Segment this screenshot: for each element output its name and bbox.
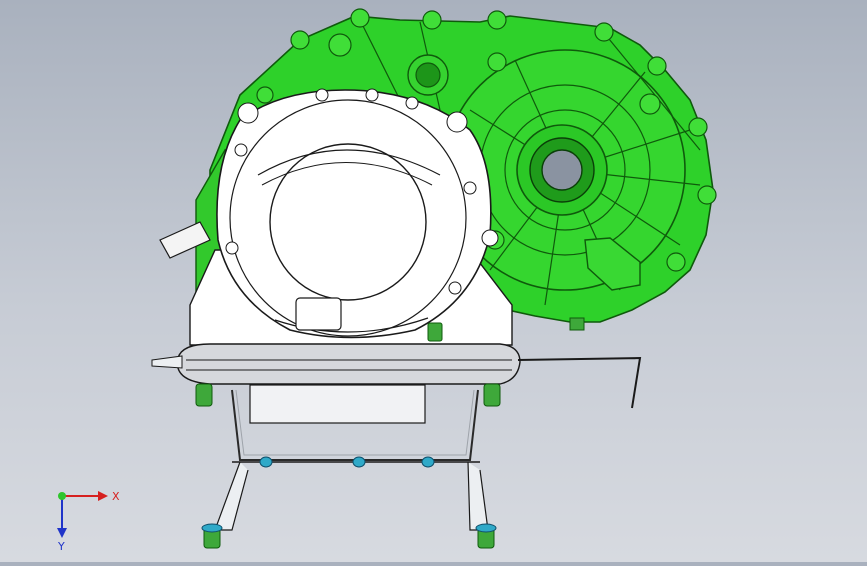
- bracket-block: [249, 384, 426, 424]
- band-right-strap: [517, 356, 642, 409]
- motor-end-cap: [269, 143, 427, 301]
- transmission-model[interactable]: [0, 0, 867, 562]
- bracket-right-leg: [467, 461, 489, 531]
- x-axis-label: X: [112, 490, 120, 503]
- band-left-tab: [151, 355, 183, 369]
- motor-terminal-box: [295, 297, 342, 331]
- output-hub-bore: [541, 149, 583, 191]
- cad-graphics-viewport[interactable]: [0, 0, 867, 562]
- bracket-left-leg: [214, 461, 249, 531]
- washer-2: [352, 456, 366, 468]
- washer-3: [421, 456, 435, 468]
- drain-bolt: [569, 317, 585, 331]
- washer-5: [475, 523, 497, 533]
- right-mount-bolt: [483, 383, 501, 407]
- support-bracket[interactable]: [214, 384, 489, 531]
- y-axis-arrow-icon: [57, 528, 67, 538]
- orientation-triad: X Y: [57, 490, 120, 553]
- washer-4: [201, 523, 223, 533]
- x-axis-arrow-icon: [98, 491, 108, 501]
- washer-1: [259, 456, 273, 468]
- y-axis-label: Y: [57, 540, 65, 553]
- input-spline: [415, 62, 441, 88]
- band-ring: [177, 343, 521, 385]
- top-band-bolt: [427, 322, 443, 342]
- left-mount-bolt: [195, 383, 213, 407]
- z-axis-origin-icon: [58, 492, 66, 500]
